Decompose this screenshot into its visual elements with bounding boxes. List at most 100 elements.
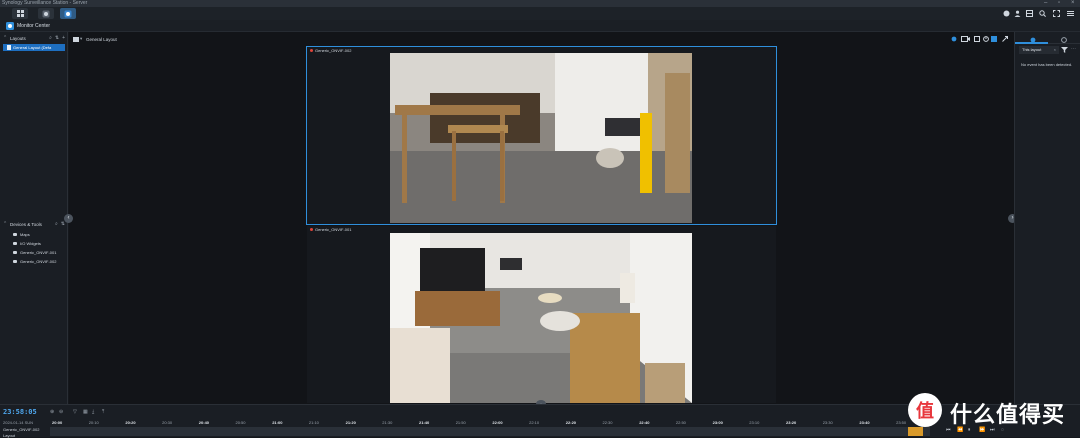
devices-header-label: Devices & Tools xyxy=(10,222,42,227)
timeline-tick-label: 20:10 xyxy=(88,420,99,425)
fullscreen-icon[interactable] xyxy=(1052,9,1061,18)
watermark-logo: 值 xyxy=(908,393,942,427)
close-button[interactable]: × xyxy=(1071,0,1075,7)
window-title: Synology Surveillance Station - Server xyxy=(2,0,88,6)
timeline-tick-label: 22:10 xyxy=(529,420,540,425)
live-view-area: ▾ General Layout Generic_ONVIF-002 Gener… xyxy=(64,32,1017,408)
dropdown-caret-icon[interactable]: ▾ xyxy=(80,36,82,42)
device-item-camera-001[interactable]: Generic_ONVIF-001 xyxy=(13,249,56,256)
recording-status-icon xyxy=(310,49,313,52)
event-filter-label: This layout xyxy=(1022,47,1042,52)
watermark-text: 什么值得买 xyxy=(950,403,1066,428)
timeline-tick-label: 20:40 xyxy=(198,420,210,425)
app-taskbar xyxy=(0,7,1080,20)
timeline-tick-label: 20:30 xyxy=(162,420,173,425)
clock-icon[interactable] xyxy=(983,36,989,42)
collapse-caret-icon[interactable]: ⌃ xyxy=(3,34,7,43)
event-filter-select[interactable]: This layout × xyxy=(1019,46,1059,54)
bookmark-tab-icon[interactable] xyxy=(1061,37,1067,43)
current-layout-label: General Layout xyxy=(86,37,117,42)
timeline-tick-label: 22:00 xyxy=(492,420,503,425)
user-icon[interactable] xyxy=(1013,9,1022,18)
io-widget-icon xyxy=(13,242,17,245)
device-item-maps[interactable]: Maps xyxy=(13,231,30,238)
collapse-caret-icon[interactable]: ⌃ xyxy=(3,220,7,229)
recording-segment-marker[interactable] xyxy=(908,427,923,436)
snapshot-icon[interactable] xyxy=(961,36,970,42)
device-item-io-widgets[interactable]: I/O Widgets xyxy=(13,240,41,247)
filter-icon[interactable] xyxy=(1061,47,1068,53)
timeline-bar: 23:58:05 ⊕ ⊖ ▽ ▦ ⤓ ⤒ 2024-01-14 SUN Gene… xyxy=(0,393,1080,438)
timeline-tick-label: 23:50 xyxy=(896,420,907,425)
sort-icon[interactable]: ⇅ xyxy=(55,34,59,43)
timeline-tick-label: 23:30 xyxy=(822,420,833,425)
monitor-center-task-button[interactable] xyxy=(60,8,76,19)
camera-name-label: Generic_ONVIF-001 xyxy=(310,227,351,232)
menu-icon[interactable] xyxy=(1066,9,1075,18)
layouts-header-label: Layouts xyxy=(10,36,26,41)
layout-icon xyxy=(7,45,11,50)
devices-section-header[interactable]: ⌃ Devices & Tools ⌕ ⇅ xyxy=(0,220,68,229)
app-header: Monitor Center xyxy=(0,20,1080,32)
timeline-tick-label: 22:20 xyxy=(565,420,577,425)
map-icon xyxy=(13,233,17,236)
maximize-button[interactable]: ▫ xyxy=(1058,0,1060,7)
timeline-tick-label: 23:20 xyxy=(786,420,797,425)
layout-item-general[interactable]: General Layout (Defa xyxy=(3,44,65,51)
grid-icon xyxy=(16,10,24,17)
watermark-logo-char: 值 xyxy=(916,401,934,421)
collapse-left-panel-button[interactable]: ‹ xyxy=(64,214,73,223)
layout-switch-icon[interactable] xyxy=(991,36,997,42)
device-item-label: Generic_ONVIF-001 xyxy=(20,250,57,255)
timeline-tick-label: 22:40 xyxy=(639,420,650,425)
no-event-message: No event has been detected. xyxy=(1021,62,1073,67)
expand-icon[interactable] xyxy=(1002,36,1008,42)
timeline-tick-label: 22:50 xyxy=(675,420,686,425)
device-item-label: Maps xyxy=(20,232,30,237)
notification-icon[interactable] xyxy=(951,36,957,42)
camera-title: Generic_ONVIF-002 xyxy=(315,48,352,53)
taskbar-app-button[interactable] xyxy=(38,8,54,19)
camera-feed-image xyxy=(390,233,692,403)
timeline-tick-label: 20:50 xyxy=(235,420,246,425)
timeline-tick-label: 21:00 xyxy=(272,420,283,425)
layouts-section-header[interactable]: ⌃ Layouts ⌕ ⇅ + xyxy=(0,34,68,43)
event-panel-tabs xyxy=(1015,36,1080,44)
options-icon[interactable] xyxy=(1025,9,1034,18)
timeline-tick-label: 20:00 xyxy=(52,420,63,425)
camera-view-generic-onvif-002[interactable]: Generic_ONVIF-002 xyxy=(306,46,777,225)
chat-icon[interactable] xyxy=(1002,9,1011,18)
active-tab-indicator xyxy=(1015,42,1048,44)
search-icon[interactable] xyxy=(1038,9,1047,18)
main-menu-button[interactable] xyxy=(12,8,28,19)
timeline-tick-label: 21:50 xyxy=(455,420,466,425)
monitor-center-icon xyxy=(64,10,72,17)
recording-status-icon xyxy=(310,228,313,231)
timeline-tick-label: 21:20 xyxy=(345,420,356,425)
search-icon[interactable]: ⌕ xyxy=(49,34,52,43)
more-options-icon[interactable]: ⋯ xyxy=(1071,46,1076,52)
device-item-camera-002[interactable]: Generic_ONVIF-002 xyxy=(13,258,56,265)
monitor-center-logo-icon xyxy=(6,22,14,30)
layout-item-label: General Layout (Defa xyxy=(13,45,52,50)
timeline-tick-label: 23:00 xyxy=(712,420,723,425)
timeline-tick-label: 22:30 xyxy=(602,420,613,425)
timeline-tick-label: 21:30 xyxy=(382,420,393,425)
camera-title: Generic_ONVIF-001 xyxy=(315,227,352,232)
recording-track[interactable] xyxy=(50,427,930,436)
add-icon[interactable]: + xyxy=(62,34,65,43)
clear-filter-icon[interactable]: × xyxy=(1054,46,1056,54)
camera-view-generic-onvif-001[interactable]: Generic_ONVIF-001 xyxy=(307,226,776,403)
timeline-tick-label: 21:40 xyxy=(419,420,430,425)
record-icon[interactable] xyxy=(974,36,980,42)
camera-name-label: Generic_ONVIF-002 xyxy=(310,48,351,53)
minimize-button[interactable]: – xyxy=(1044,0,1047,7)
camera-icon xyxy=(13,251,17,254)
timeline-tick-label: 23:10 xyxy=(749,420,760,425)
timeline-tick-label: 20:20 xyxy=(125,420,136,425)
timeline-tick-label: 21:10 xyxy=(308,420,319,425)
timeline-tick-label: 23:40 xyxy=(859,420,870,425)
left-panel: ⌃ Layouts ⌕ ⇅ + General Layout (Defa ⌃ D… xyxy=(0,32,68,404)
search-icon[interactable]: ⌕ xyxy=(55,220,58,229)
camera-feed-image xyxy=(390,53,692,223)
